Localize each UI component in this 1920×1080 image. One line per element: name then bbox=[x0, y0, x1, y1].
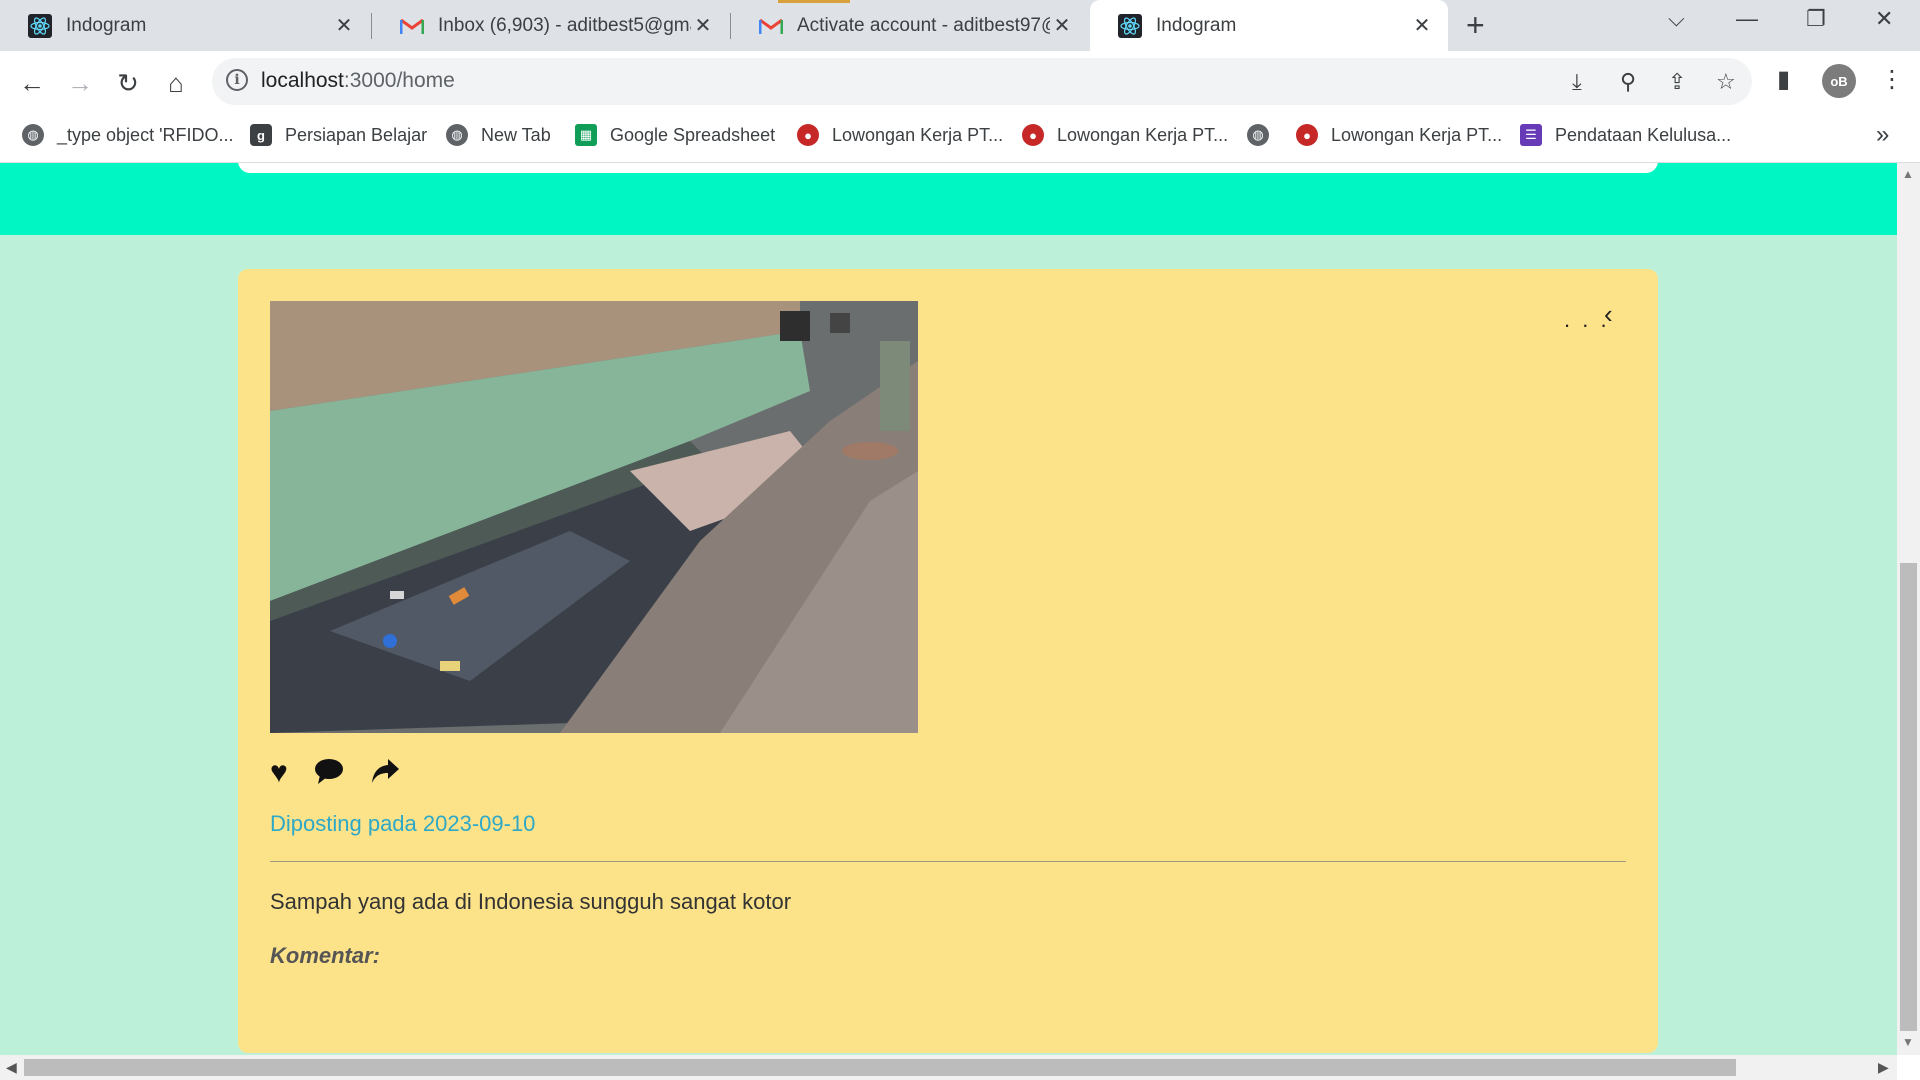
restore-icon[interactable]: ❐ bbox=[1806, 6, 1826, 32]
bookmark-label: Google Spreadsheet bbox=[610, 124, 776, 145]
bookmark-label: Lowongan Kerja PT... bbox=[1057, 124, 1229, 145]
side-panel-icon[interactable]: ▮ bbox=[1777, 65, 1790, 94]
profile-avatar[interactable]: oB bbox=[1822, 64, 1856, 98]
bookmark-item[interactable]: ● Lowongan Kerja PT... bbox=[797, 124, 1003, 146]
posted-date: Diposting pada 2023-09-10 bbox=[270, 811, 536, 836]
bookmarks-bar: ◍ _type object 'RFIDO... g Persiapan Bel… bbox=[0, 113, 1920, 163]
post-actions: ♥ bbox=[270, 757, 400, 792]
bookmark-item[interactable]: ◍ bbox=[1247, 124, 1282, 146]
bookmark-label: Pendataan Kelulusa... bbox=[1555, 124, 1732, 145]
tab-title: Activate account - aditbest97@gmail.com bbox=[797, 14, 1050, 36]
bookmark-label: Persiapan Belajar bbox=[285, 124, 428, 145]
bookmark-item[interactable]: ☰ Pendataan Kelulusa... bbox=[1520, 124, 1731, 146]
globe-icon: ◍ bbox=[446, 124, 468, 146]
globe-icon: ◍ bbox=[1247, 124, 1269, 146]
bookmark-item[interactable]: ● Lowongan Kerja PT... bbox=[1296, 124, 1502, 146]
site-info-icon[interactable]: i bbox=[226, 69, 248, 91]
comments-heading: Komentar: bbox=[270, 943, 381, 968]
page-viewport: . . . ‹ ♥ Diposting pada 2023-09-10 Samp… bbox=[0, 163, 1897, 1055]
browser-tab-4-active[interactable]: Indogram ✕ bbox=[1090, 0, 1448, 51]
bookmark-star-icon[interactable]: ☆ bbox=[1716, 69, 1736, 95]
close-tab-icon[interactable]: ✕ bbox=[691, 13, 715, 38]
install-app-icon[interactable]: ⤓ bbox=[1572, 69, 1582, 95]
browser-toolbar: ← → ↻ ⌂ i localhost:3000/home ⤓ ⚲ ⇪ ☆ ▮ … bbox=[0, 51, 1920, 113]
company-icon: ● bbox=[1022, 124, 1044, 146]
like-heart-icon[interactable]: ♥ bbox=[270, 757, 288, 792]
home-icon[interactable]: ⌂ bbox=[158, 65, 194, 101]
minimize-icon[interactable]: — bbox=[1736, 6, 1758, 32]
window-close-icon[interactable]: ✕ bbox=[1875, 6, 1893, 32]
react-icon bbox=[28, 13, 52, 38]
tab-title: Indogram bbox=[66, 14, 147, 36]
horizontal-scroll-thumb[interactable] bbox=[24, 1059, 1736, 1076]
tab-strip: Indogram ✕ Inbox (6,903) - aditbest5@gma… bbox=[0, 0, 1920, 51]
browser-tab-3[interactable]: Activate account - aditbest97@gmail.com … bbox=[731, 0, 1088, 51]
zoom-icon[interactable]: ⚲ bbox=[1620, 69, 1636, 95]
scroll-left-arrow-icon[interactable]: ◀ bbox=[6, 1059, 17, 1076]
tab-title: Inbox (6,903) - aditbest5@gmail.com bbox=[438, 14, 691, 36]
company-icon: ● bbox=[797, 124, 819, 146]
tab-title: Indogram bbox=[1156, 14, 1237, 36]
comment-icon[interactable] bbox=[314, 757, 344, 792]
tab-search-chevron-icon[interactable]: ⌵ bbox=[1668, 6, 1685, 32]
reload-icon[interactable]: ↻ bbox=[110, 65, 146, 101]
post-caption: Sampah yang ada di Indonesia sungguh san… bbox=[270, 889, 792, 914]
bookmark-g-icon: g bbox=[250, 124, 272, 146]
more-menu-icon[interactable]: ⋮ bbox=[1880, 65, 1904, 94]
close-tab-icon[interactable]: ✕ bbox=[1410, 13, 1434, 38]
url-path: :3000/home bbox=[343, 69, 455, 92]
tab-loading-indicator bbox=[778, 0, 850, 3]
bookmark-item[interactable]: g Persiapan Belajar bbox=[250, 124, 427, 146]
post-options-dots-icon[interactable]: . . . bbox=[1564, 307, 1610, 333]
post-image[interactable] bbox=[270, 301, 918, 733]
header-band bbox=[0, 163, 1897, 235]
browser-tab-2[interactable]: Inbox (6,903) - aditbest5@gmail.com ✕ bbox=[372, 0, 729, 51]
vertical-scroll-thumb[interactable] bbox=[1900, 563, 1917, 1031]
previous-card-edge bbox=[238, 163, 1658, 173]
gmail-icon bbox=[759, 14, 783, 38]
bookmark-label: _type object 'RFIDO... bbox=[57, 124, 234, 145]
post-card: . . . ‹ ♥ Diposting pada 2023-09-10 Samp… bbox=[238, 269, 1658, 1053]
close-tab-icon[interactable]: ✕ bbox=[332, 13, 356, 38]
share-forward-icon[interactable] bbox=[370, 757, 400, 792]
company-icon: ● bbox=[1296, 124, 1318, 146]
forms-icon: ☰ bbox=[1520, 124, 1542, 146]
horizontal-scrollbar[interactable]: ◀ ▶ bbox=[0, 1055, 1897, 1080]
globe-icon: ◍ bbox=[22, 124, 44, 146]
bookmark-label: Lowongan Kerja PT... bbox=[1331, 124, 1503, 145]
bookmark-item[interactable]: ◍ _type object 'RFIDO... bbox=[22, 124, 234, 146]
sheets-icon: ▦ bbox=[575, 124, 597, 146]
forward-arrow-icon[interactable]: → bbox=[62, 65, 98, 101]
bookmarks-overflow-icon[interactable]: » bbox=[1876, 121, 1889, 149]
bookmark-item[interactable]: ▦ Google Spreadsheet bbox=[575, 124, 775, 146]
react-icon bbox=[1118, 13, 1142, 38]
divider bbox=[270, 861, 1626, 862]
gmail-icon bbox=[400, 14, 424, 38]
address-bar[interactable]: i localhost:3000/home ⤓ ⚲ ⇪ ☆ bbox=[212, 58, 1752, 105]
scroll-right-arrow-icon[interactable]: ▶ bbox=[1878, 1059, 1889, 1076]
share-icon[interactable]: ⇪ bbox=[1668, 69, 1686, 95]
chevron-left-icon[interactable]: ‹ bbox=[1604, 299, 1613, 330]
browser-tab-1[interactable]: Indogram ✕ bbox=[0, 0, 370, 51]
bookmark-label: Lowongan Kerja PT... bbox=[832, 124, 1004, 145]
scroll-up-arrow-icon[interactable]: ▲ bbox=[1902, 167, 1914, 181]
vertical-scrollbar[interactable]: ▲ ▼ bbox=[1897, 163, 1920, 1055]
url-host: localhost bbox=[261, 69, 344, 92]
bookmark-item[interactable]: ● Lowongan Kerja PT... bbox=[1022, 124, 1228, 146]
bookmark-item[interactable]: ◍ New Tab bbox=[446, 124, 551, 146]
new-tab-plus-icon[interactable]: + bbox=[1466, 8, 1485, 42]
scroll-down-arrow-icon[interactable]: ▼ bbox=[1902, 1035, 1914, 1049]
back-arrow-icon[interactable]: ← bbox=[14, 65, 50, 101]
bookmark-label: New Tab bbox=[481, 124, 551, 145]
url-text[interactable]: localhost:3000/home bbox=[261, 69, 455, 93]
close-tab-icon[interactable]: ✕ bbox=[1050, 13, 1074, 38]
